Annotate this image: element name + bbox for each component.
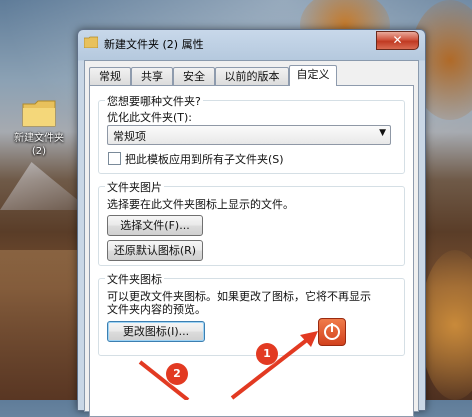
tab-customize[interactable]: 自定义	[289, 65, 337, 86]
annotation-arrows	[138, 331, 318, 400]
step-marker-1: 1	[256, 343, 278, 365]
step-marker-2: 2	[166, 363, 188, 385]
